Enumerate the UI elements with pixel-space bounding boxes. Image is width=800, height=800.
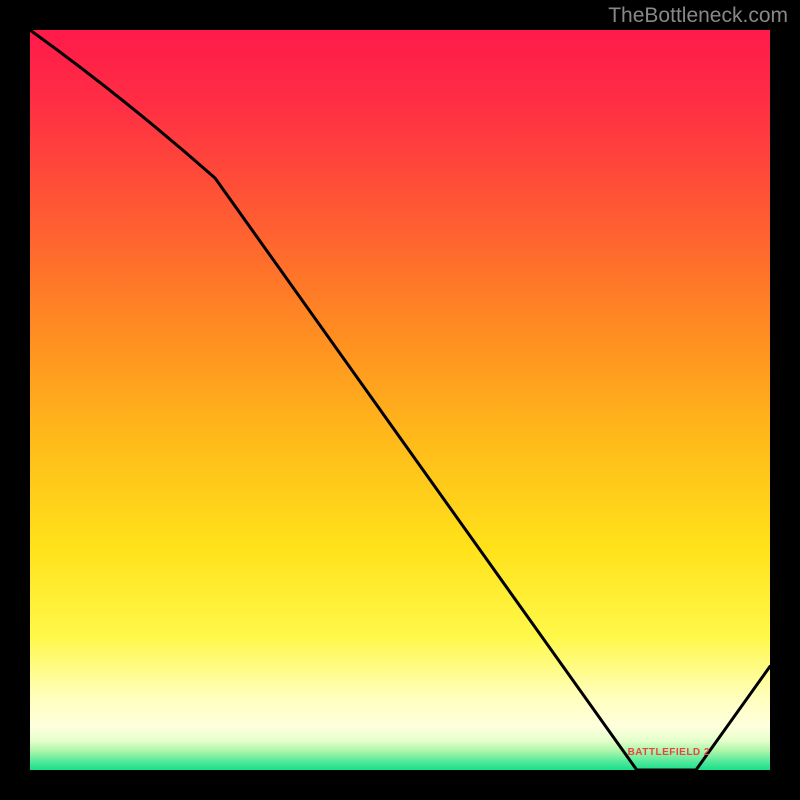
chart-svg (30, 30, 770, 770)
chart-background (30, 30, 770, 770)
chart-container (30, 30, 770, 770)
watermark-text: TheBottleneck.com (608, 4, 788, 28)
series-label: BATTLEFIELD 2 (628, 747, 710, 758)
